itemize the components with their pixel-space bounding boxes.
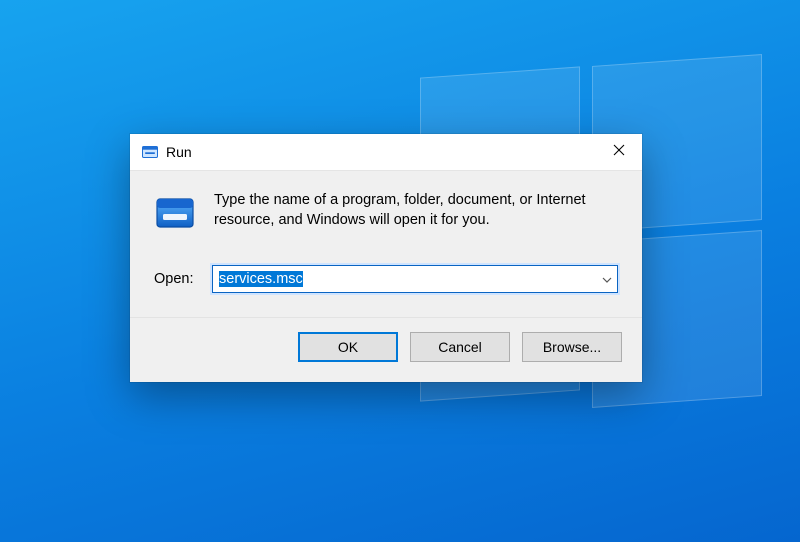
run-dialog: Run (130, 134, 642, 382)
desktop-background: Run (0, 0, 800, 542)
dialog-description: Type the name of a program, folder, docu… (214, 191, 618, 239)
browse-button[interactable]: Browse... (522, 332, 622, 362)
cancel-button[interactable]: Cancel (410, 332, 510, 362)
close-button[interactable] (596, 134, 642, 170)
dialog-title: Run (166, 144, 596, 160)
run-titlebar-icon (142, 144, 158, 160)
open-combobox[interactable] (212, 265, 618, 293)
run-icon (154, 193, 196, 239)
button-bar: OK Cancel Browse... (130, 317, 642, 382)
ok-button[interactable]: OK (298, 332, 398, 362)
open-input[interactable] (212, 265, 618, 293)
open-label: Open: (154, 271, 198, 287)
close-icon (613, 144, 625, 160)
titlebar[interactable]: Run (130, 134, 642, 171)
